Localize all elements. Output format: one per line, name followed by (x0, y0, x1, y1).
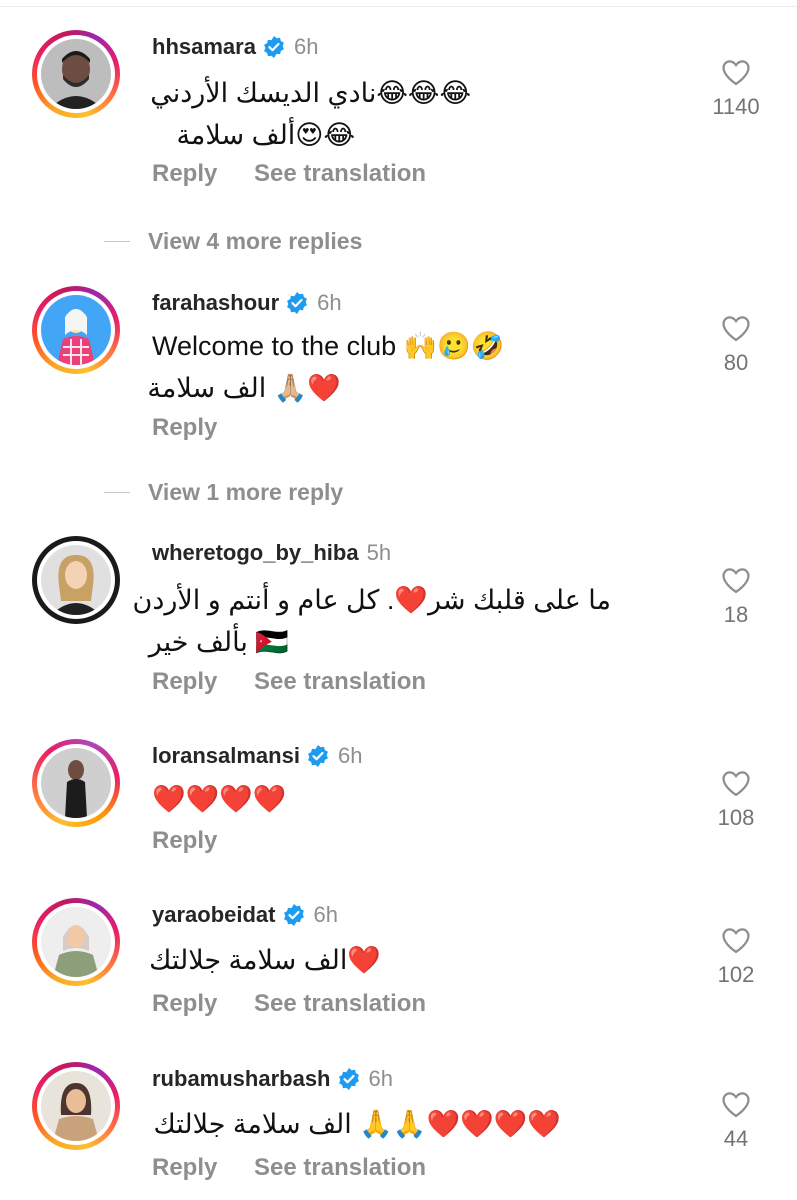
username[interactable]: yaraobeidat (152, 902, 276, 928)
reply-thread-line (104, 240, 130, 242)
username[interactable]: hhsamara (152, 34, 256, 60)
username[interactable]: loransalmansi (152, 743, 300, 769)
username[interactable]: farahashour (152, 290, 279, 316)
heart-outline-icon[interactable] (721, 1090, 751, 1118)
comment-text-line-1: Welcome to the club 🙌🥲🤣 (152, 331, 505, 361)
avatar[interactable] (32, 1062, 120, 1150)
like-count: 1140 (712, 94, 760, 119)
avatar-image (41, 748, 111, 818)
avatar-image (41, 907, 111, 977)
reply-thread-line (104, 491, 130, 493)
avatar-image (41, 1071, 111, 1141)
comment-text-line-2: 🇯🇴 بألف خير (148, 627, 289, 657)
heart-outline-icon[interactable] (721, 769, 751, 797)
verified-badge-icon (308, 745, 328, 767)
avatar[interactable] (32, 536, 120, 624)
comment-text-line-1: 😂😂😂نادي الديسك الأردني (150, 78, 471, 108)
avatar[interactable] (32, 30, 120, 118)
verified-badge-icon (283, 904, 304, 926)
like-control[interactable]: 108 (700, 769, 772, 831)
heart-outline-icon[interactable] (721, 566, 751, 594)
reply-button[interactable]: Reply (152, 1154, 217, 1181)
comment-time: 6h (317, 290, 342, 315)
view-more-replies[interactable]: View 1 more reply (104, 477, 343, 507)
reply-button[interactable]: Reply (152, 990, 217, 1017)
comment-text-line-1: ❤️❤️❤️❤️🙏🙏 الف سلامة جلالتك (153, 1109, 562, 1139)
comment-text-line-1: ما على قلبك شر❤️. كل عام و أنتم و الأردن (132, 585, 612, 615)
avatar-image (41, 545, 111, 615)
see-translation-button[interactable]: See translation (254, 668, 426, 695)
like-count: 18 (723, 602, 749, 627)
reply-button[interactable]: Reply (152, 668, 217, 695)
view-more-replies[interactable]: View 4 more replies (104, 226, 362, 256)
like-control[interactable]: 44 (700, 1090, 772, 1152)
top-divider (0, 6, 797, 7)
avatar[interactable] (32, 898, 120, 986)
like-count: 108 (717, 805, 755, 830)
reply-button[interactable]: Reply (152, 827, 217, 854)
username[interactable]: wheretogo_by_hiba (152, 540, 359, 566)
see-translation-button[interactable]: See translation (254, 990, 426, 1017)
view-more-replies-label[interactable]: View 4 more replies (148, 228, 362, 255)
like-control[interactable]: 80 (700, 314, 772, 376)
verified-badge-icon (338, 1068, 359, 1090)
avatar-image (41, 295, 111, 365)
like-count: 102 (717, 962, 755, 987)
like-control[interactable]: 1140 (700, 58, 772, 120)
avatar[interactable] (32, 286, 120, 374)
heart-outline-icon[interactable] (721, 926, 751, 954)
reply-button[interactable]: Reply (152, 160, 217, 187)
verified-badge-icon (264, 36, 284, 58)
view-more-replies-label[interactable]: View 1 more reply (148, 479, 343, 506)
verified-badge-icon (287, 292, 308, 314)
comment-time: 6h (313, 902, 338, 927)
comment-time: 6h (293, 34, 319, 59)
avatar[interactable] (32, 739, 120, 827)
comment-time: 6h (337, 743, 363, 768)
see-translation-button[interactable]: See translation (254, 160, 426, 187)
like-control[interactable]: 102 (700, 926, 772, 988)
like-count: 80 (723, 350, 749, 375)
heart-outline-icon[interactable] (721, 314, 751, 342)
comment-text-line-2: ❤️🙏🏼 الف سلامة (147, 373, 341, 403)
see-translation-button[interactable]: See translation (254, 1154, 426, 1181)
reply-button[interactable]: Reply (152, 414, 217, 441)
avatar-image (41, 39, 111, 109)
comment-time: 6h (368, 1066, 393, 1091)
comment-text-line-2: 😂😍ألف سلامة (176, 120, 355, 150)
like-control[interactable]: 18 (700, 566, 772, 628)
comment-text-line-1: ❤️الف سلامة جلالتك (149, 945, 381, 975)
like-count: 44 (723, 1126, 749, 1151)
comment-time: 5h (366, 540, 392, 565)
username[interactable]: rubamusharbash (152, 1066, 331, 1092)
heart-outline-icon[interactable] (721, 58, 751, 86)
comment-text-line-1: ❤️❤️❤️❤️ (152, 784, 287, 814)
